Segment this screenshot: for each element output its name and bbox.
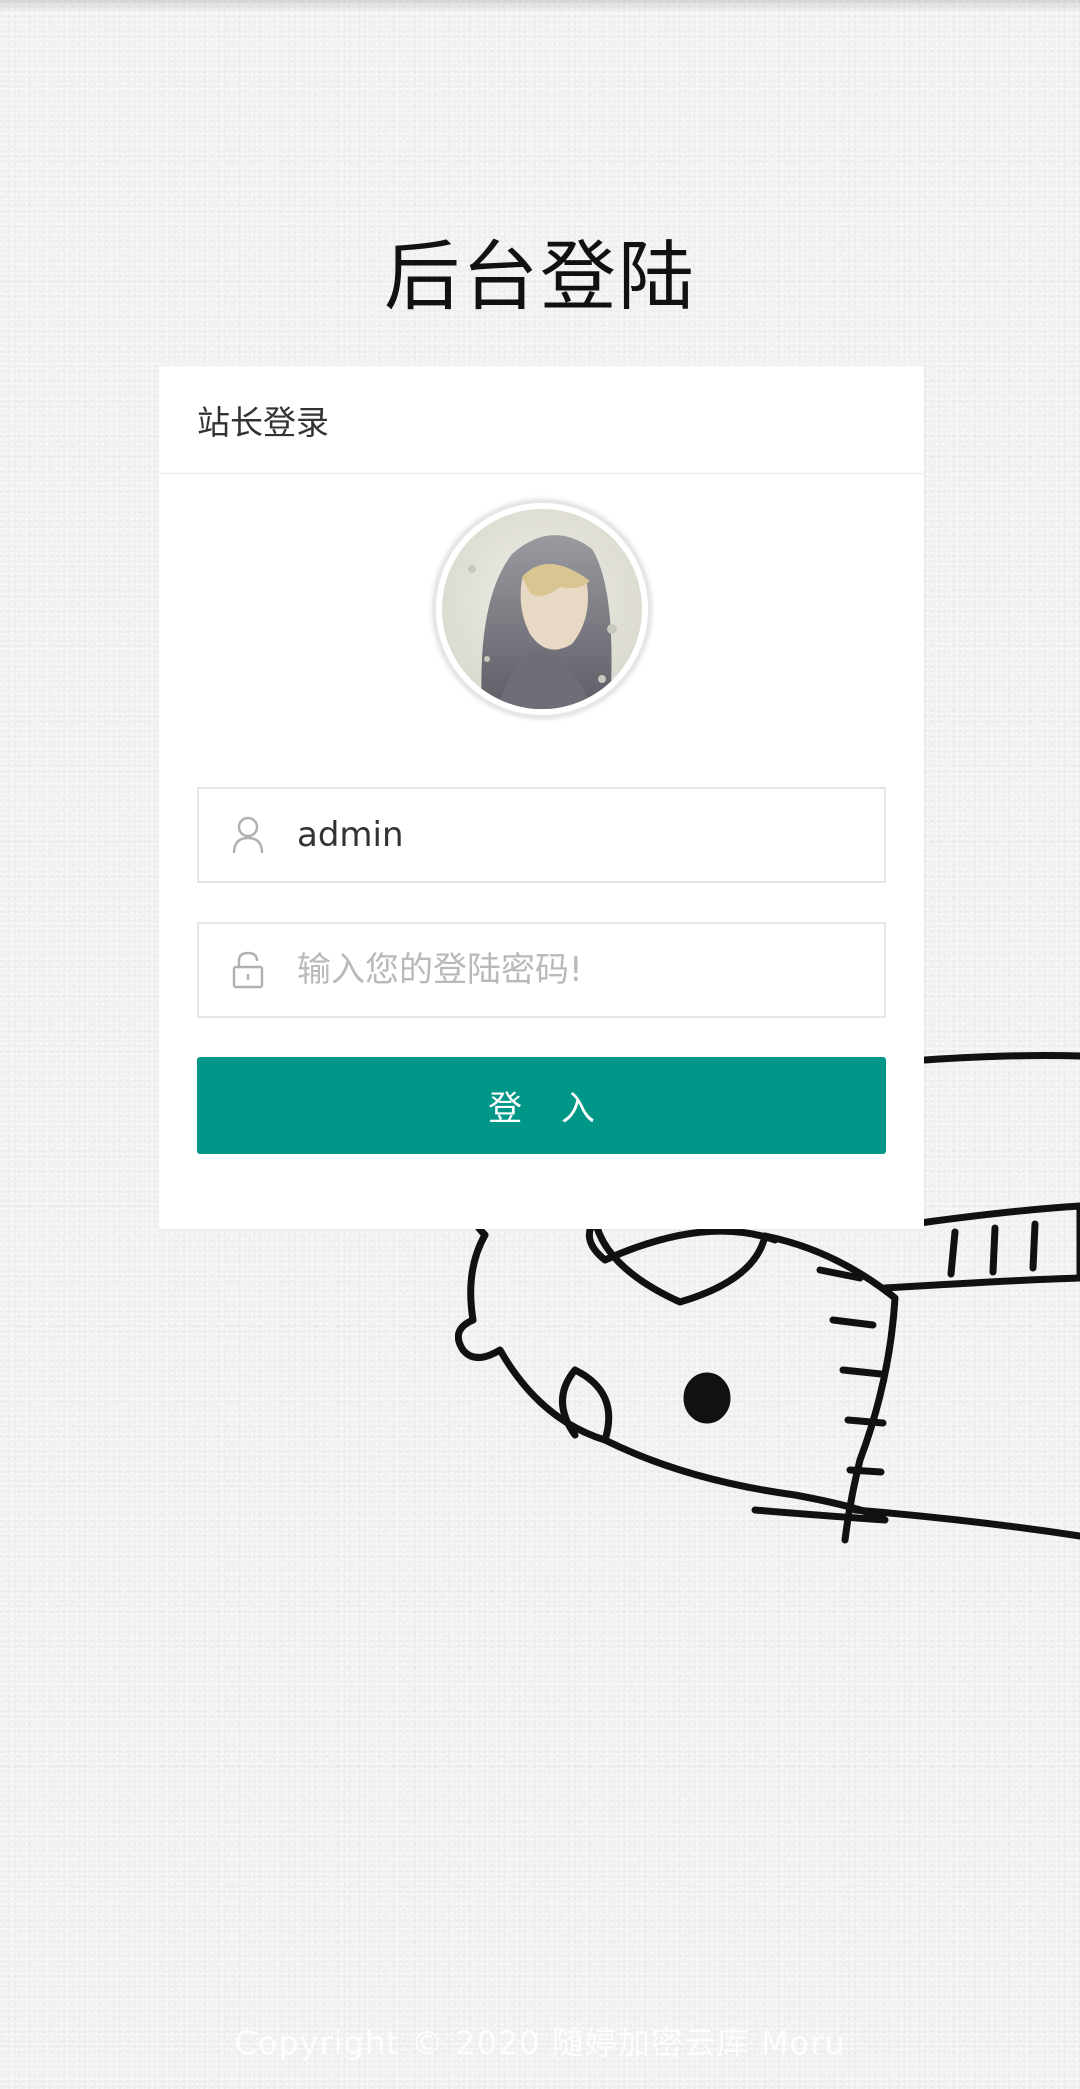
footer-copyright: Copyright © 2020 随婷加密云库 Moru — [234, 2024, 846, 2062]
password-field[interactable] — [197, 922, 886, 1018]
user-icon — [199, 815, 297, 855]
password-input[interactable] — [297, 950, 857, 990]
username-field[interactable] — [197, 787, 886, 883]
card-header: 站长登录 — [159, 366, 924, 474]
page-title: 后台登陆 — [384, 232, 696, 321]
avatar-image — [442, 509, 642, 709]
username-input[interactable] — [297, 815, 857, 855]
top-shadow — [0, 0, 1080, 12]
login-button[interactable]: 登 入 — [197, 1057, 886, 1154]
avatar — [433, 500, 651, 718]
avatar-art — [442, 509, 642, 709]
login-card: 站长登录 admin 登 入 — [159, 366, 924, 1229]
lock-icon — [199, 950, 297, 990]
